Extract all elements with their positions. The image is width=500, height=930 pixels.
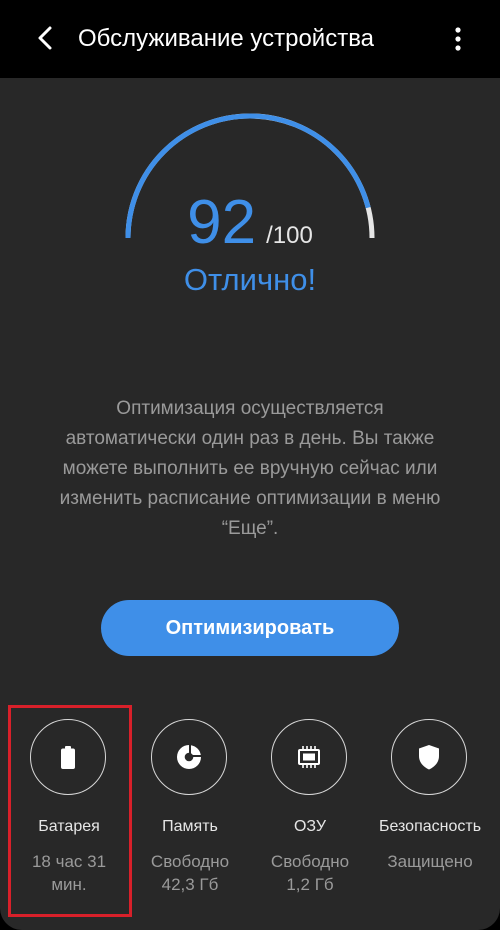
chevron-left-icon (38, 26, 52, 50)
security-tile-circle (391, 719, 467, 795)
score-value: 92 (187, 188, 257, 257)
tile-value-line: 1,2 Гб (286, 875, 334, 894)
description-line: “Еще”. (221, 518, 279, 539)
device-care-screen: Обслуживание устройства 92/100 Отлично! … (0, 0, 500, 930)
shield-icon (419, 745, 439, 770)
app-bar: Обслуживание устройства (0, 0, 500, 78)
back-button[interactable] (26, 18, 66, 58)
tile-value-line: Свободно (150, 852, 230, 871)
tile-value-line: мин. (51, 875, 87, 894)
tile-battery[interactable]: Батарея 18 час 31 мин. (9, 703, 129, 903)
tile-value: Свободно 42,3 Гб (120, 850, 260, 896)
tile-label: Память (162, 818, 218, 835)
more-vertical-icon (455, 27, 461, 51)
ram-tile-circle (271, 719, 347, 795)
tile-value: Свободно 1,2 Гб (240, 850, 380, 896)
score-max: /100 (266, 222, 313, 249)
tile-value: 18 час 31 мин. (0, 850, 139, 896)
tile-storage[interactable]: Память Свободно 42,3 Гб (130, 703, 250, 903)
tile-value-line: Свободно (270, 852, 350, 871)
care-tiles: Батарея 18 час 31 мин. Память Свободно 4… (0, 703, 500, 903)
page-title: Обслуживание устройства (78, 25, 375, 52)
storage-pie-icon (177, 745, 201, 769)
tile-value-line: 42,3 Гб (161, 875, 219, 894)
more-options-button[interactable] (446, 20, 470, 60)
score-display: 92/100 (0, 188, 500, 258)
description-line: можете выполнить ее вручную сейчас или (62, 458, 438, 479)
tile-label: Безопасность (378, 818, 482, 835)
memory-chip-icon (298, 746, 320, 768)
tile-ram[interactable]: ОЗУ Свободно 1,2 Гб (250, 703, 370, 903)
tile-label: Батарея (38, 818, 100, 835)
tile-value-line: Защищено (387, 852, 473, 871)
tile-value: Защищено (360, 850, 500, 873)
battery-icon (61, 746, 75, 769)
storage-tile-circle (151, 719, 227, 795)
tile-value-line: 18 час 31 (31, 852, 107, 871)
tile-security[interactable]: Безопасность Защищено (370, 703, 490, 903)
battery-tile-circle (30, 719, 106, 795)
optimization-description: Оптимизация осуществляется автоматически… (20, 394, 480, 544)
device-care-card: 92/100 Отлично! Оптимизация осуществляет… (0, 78, 500, 930)
optimize-button[interactable]: Оптимизировать (101, 600, 399, 656)
score-status: Отлично! (183, 262, 317, 297)
description-line: автоматически один раз в день. Вы также (65, 428, 435, 449)
description-line: изменить расписание оптимизации в меню (59, 488, 441, 509)
description-line: Оптимизация осуществляется (116, 398, 384, 419)
tile-label: ОЗУ (293, 818, 327, 835)
